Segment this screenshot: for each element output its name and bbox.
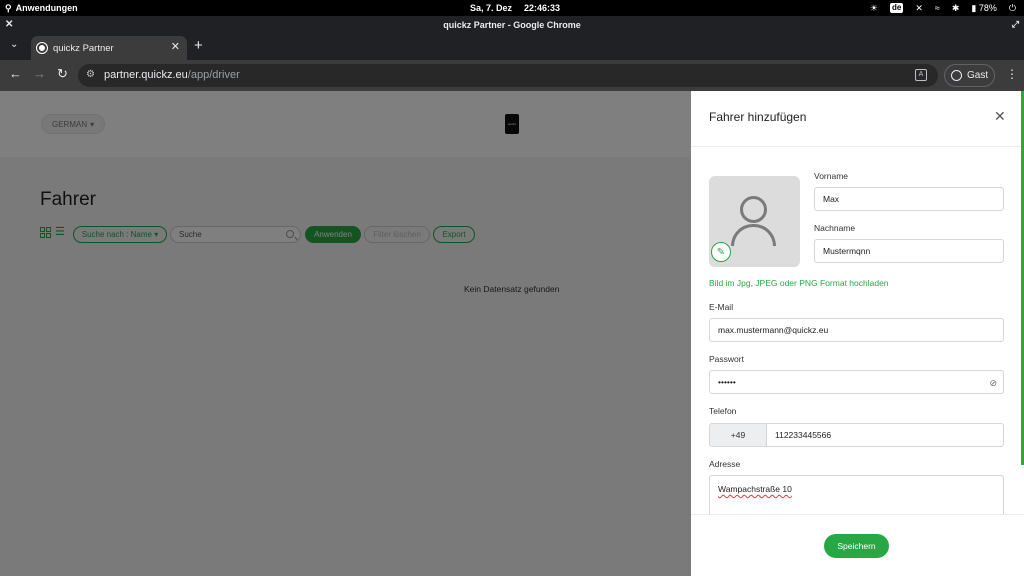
upload-hint: Bild im Jpg, JPEG oder PNG Format hochla…: [709, 278, 889, 288]
keyboard-language[interactable]: de: [890, 3, 904, 13]
pencil-icon[interactable]: ✎: [711, 242, 731, 262]
window-title-bar: ✕ quickz Partner - Google Chrome ⤢: [0, 16, 1024, 33]
tab-title: quickz Partner: [53, 42, 114, 54]
email-field[interactable]: max.mustermann@quickz.eu: [709, 318, 1004, 342]
tab-quickz-partner[interactable]: quickz Partner ✕: [31, 36, 187, 60]
first-name-label: Vorname: [814, 171, 849, 181]
profile-guest-button[interactable]: Gast: [944, 64, 995, 87]
os-apps-label: Anwendungen: [15, 3, 78, 13]
last-name-label: Nachname: [814, 223, 856, 233]
os-date: Sa, 7. Dez: [470, 3, 513, 13]
os-clock[interactable]: Sa, 7. Dez 22:46:33: [470, 0, 560, 16]
person-icon: [740, 196, 767, 223]
browser-menu-icon[interactable]: ⋮: [1006, 68, 1018, 80]
address-bar[interactable]: ⚙ partner.quickz.eu/app/driver: [78, 64, 938, 87]
favicon-icon: [36, 42, 48, 54]
search-icon: ⚲: [5, 2, 12, 13]
brightness-icon: ☀: [869, 2, 878, 13]
guest-label: Gast: [967, 70, 989, 81]
window-maximize-icon[interactable]: ⤢: [1012, 16, 1019, 33]
password-label: Passwort: [709, 354, 744, 364]
address-value: Wampachstraße 10: [718, 484, 792, 494]
phone-country-code[interactable]: +49: [709, 423, 767, 447]
wifi-icon: ≈: [934, 3, 940, 13]
os-status-area[interactable]: ☀ de ✕ ≈ ✱ ▮ 78% ⏻: [870, 0, 1016, 16]
window-title: quickz Partner - Google Chrome: [443, 19, 581, 30]
bluetooth-icon: ✱: [951, 2, 960, 13]
address-textarea[interactable]: Wampachstraße 10: [709, 475, 1004, 515]
add-driver-panel: Fahrer hinzufügen ✕ ✎ Vorname Max Nachna…: [691, 91, 1024, 576]
back-arrow-icon[interactable]: ←: [9, 67, 22, 81]
password-field[interactable]: •••••• ⊘: [709, 370, 1004, 394]
os-top-bar: ⚲ Anwendungen Sa, 7. Dez 22:46:33 ☀ de ✕…: [0, 0, 1024, 16]
phone-label: Telefon: [709, 406, 737, 416]
tab-search-chevron-icon[interactable]: ⌄: [10, 39, 18, 50]
url-host: partner.quickz.eu: [104, 69, 188, 81]
tab-close-icon[interactable]: ✕: [171, 40, 180, 53]
first-name-field[interactable]: Max: [814, 187, 1004, 211]
tab-strip: ⌄ quickz Partner ✕ +: [0, 33, 1024, 60]
translate-icon[interactable]: A: [915, 69, 927, 81]
password-value: ••••••: [718, 377, 736, 387]
panel-footer: Speichern: [691, 514, 1024, 576]
person-body-shape: [731, 224, 776, 246]
address-label: Adresse: [709, 459, 741, 469]
mute-icon: ✕: [915, 2, 923, 13]
reload-icon[interactable]: ↻: [57, 67, 68, 81]
site-settings-icon[interactable]: ⚙: [86, 69, 95, 80]
address-url[interactable]: partner.quickz.eu/app/driver: [104, 69, 240, 81]
battery-status: ▮ 78%: [971, 3, 996, 14]
forward-arrow-icon[interactable]: →: [33, 67, 46, 81]
os-apps-menu[interactable]: ⚲ Anwendungen: [5, 0, 78, 16]
new-tab-plus-icon[interactable]: +: [194, 37, 203, 54]
last-name-field[interactable]: Mustermqnn: [814, 239, 1004, 263]
eye-off-icon[interactable]: ⊘: [989, 378, 997, 389]
email-label: E-Mail: [709, 302, 734, 312]
url-path: /app/driver: [187, 69, 240, 81]
panel-header: Fahrer hinzufügen ✕: [691, 91, 1024, 147]
browser-toolbar: ← → ↻ ⚙ partner.quickz.eu/app/driver A G…: [0, 60, 1024, 91]
account-circle-icon: [951, 70, 962, 81]
battery-percent: 78%: [978, 2, 997, 13]
close-icon[interactable]: ✕: [994, 109, 1006, 123]
save-button[interactable]: Speichern: [824, 534, 889, 558]
modal-backdrop[interactable]: [0, 91, 691, 576]
window-close-icon[interactable]: ✕: [5, 16, 13, 33]
battery-icon: ▮: [971, 2, 977, 13]
phone-field[interactable]: 112233445566: [767, 423, 1004, 447]
power-icon[interactable]: ⏻: [1009, 3, 1016, 14]
panel-title: Fahrer hinzufügen: [709, 110, 807, 124]
os-time: 22:46:33: [524, 3, 561, 13]
avatar-upload[interactable]: ✎: [709, 176, 800, 267]
